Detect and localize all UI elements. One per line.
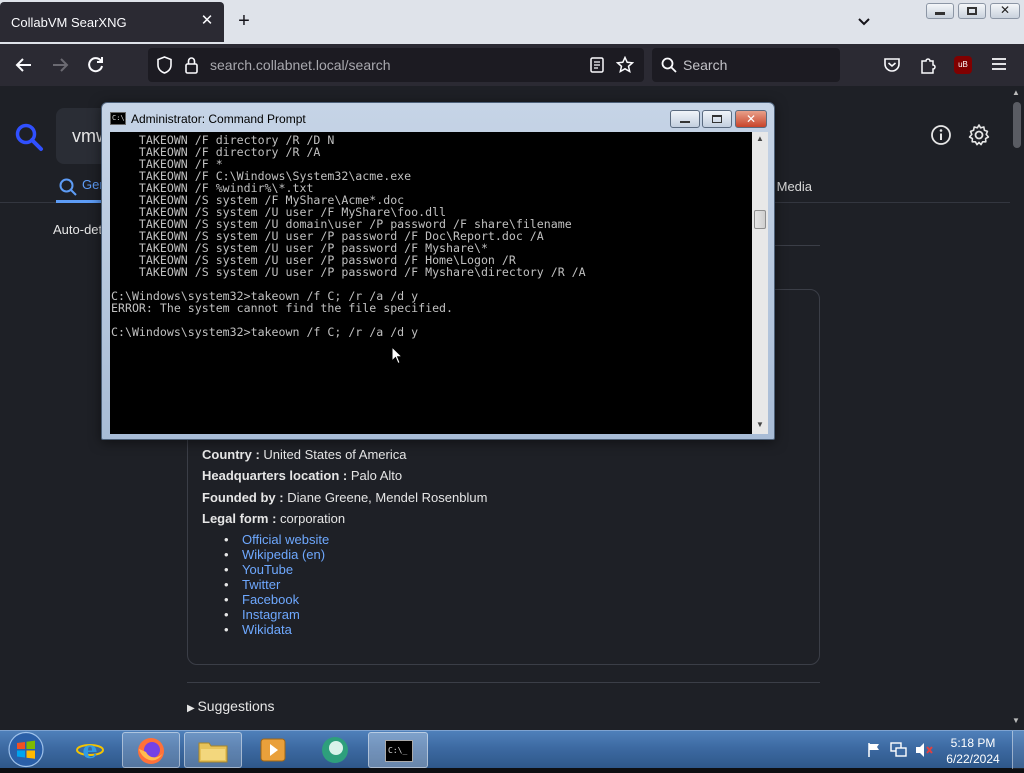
taskbar-command-prompt[interactable]: C:\_ <box>368 732 428 768</box>
link-youtube[interactable]: YouTube <box>224 562 329 577</box>
extensions-icon[interactable] <box>919 55 937 75</box>
founded-label: Founded by : <box>202 490 284 505</box>
console-scroll-thumb[interactable] <box>754 210 766 229</box>
link-wikidata[interactable]: Wikidata <box>224 622 329 637</box>
show-desktop-button[interactable] <box>1012 731 1024 769</box>
cmd-window-title: Administrator: Command Prompt <box>131 112 306 126</box>
restore-window-button[interactable] <box>958 3 986 19</box>
infobox-headquarters: Headquarters location : Palo Alto <box>202 468 402 483</box>
taskbar-firefox[interactable] <box>122 732 180 768</box>
url-text[interactable]: search.collabnet.local/search <box>210 57 391 73</box>
scroll-up-icon[interactable]: ▲ <box>756 134 764 143</box>
url-host: search.collabnet.local <box>210 57 345 73</box>
console-output[interactable]: TAKEOWN /F directory /R /D N TAKEOWN /F … <box>110 132 752 434</box>
navigation-toolbar: search.collabnet.local/search Search uB <box>0 44 1024 86</box>
search-icon <box>59 178 77 196</box>
browser-tab-strip: CollabVM SearXNG ✕ + ✕ <box>0 0 1024 44</box>
new-tab-icon[interactable]: + <box>234 11 254 33</box>
info-icon[interactable] <box>930 124 952 146</box>
divider <box>187 682 820 683</box>
volume-muted-icon[interactable] <box>914 742 934 758</box>
reload-icon[interactable] <box>86 55 106 75</box>
search-icon <box>661 57 677 73</box>
taskbar-media-player[interactable] <box>244 732 302 768</box>
page-scroll-thumb[interactable] <box>1013 102 1021 148</box>
windows-start-orb-icon <box>8 731 44 768</box>
infobox-founded-by: Founded by : Diane Greene, Mendel Rosenb… <box>202 490 487 505</box>
infobox-links: Official website Wikipedia (en) YouTube … <box>224 532 329 637</box>
link-instagram[interactable]: Instagram <box>224 607 329 622</box>
command-prompt-window[interactable]: C:\. Administrator: Command Prompt ✕ TAK… <box>101 102 775 440</box>
reader-view-icon[interactable] <box>590 57 604 73</box>
headquarters-label: Headquarters location : <box>202 468 348 483</box>
page-scrollbar[interactable]: ▲ ▼ <box>1010 86 1024 730</box>
hamburger-menu-icon[interactable] <box>991 57 1007 71</box>
browser-tab[interactable]: CollabVM SearXNG ✕ <box>0 2 224 42</box>
close-window-button[interactable]: ✕ <box>990 3 1020 19</box>
console-scrollbar[interactable]: ▲ ▼ <box>752 132 768 434</box>
searxng-logo-icon[interactable] <box>14 122 44 152</box>
legal-form-value: corporation <box>280 511 346 526</box>
link-facebook[interactable]: Facebook <box>224 592 329 607</box>
console-text: TAKEOWN /F directory /R /D N TAKEOWN /F … <box>111 133 586 339</box>
forward-icon[interactable] <box>50 55 70 75</box>
firefox-icon <box>138 738 164 764</box>
link-wikipedia[interactable]: Wikipedia (en) <box>224 547 329 562</box>
infobox-country: Country : United States of America <box>202 447 406 462</box>
legal-form-label: Legal form : <box>202 511 277 526</box>
cmd-icon-text: C:\. <box>112 114 129 122</box>
folder-icon <box>198 742 228 763</box>
ublock-origin-icon[interactable]: uB <box>954 56 972 74</box>
minimize-window-button[interactable] <box>926 3 954 19</box>
start-button[interactable] <box>4 731 48 768</box>
address-bar[interactable]: search.collabnet.local/search <box>148 48 644 82</box>
url-path: /search <box>344 57 391 73</box>
cmd-maximize-button[interactable] <box>702 110 732 128</box>
founded-value: Diane Greene, Mendel Rosenblum <box>287 490 488 505</box>
tab-title: CollabVM SearXNG <box>11 15 127 30</box>
command-prompt-icon: C:\_ <box>385 740 413 762</box>
cmd-app-icon: C:\. <box>110 112 129 125</box>
scroll-down-icon[interactable]: ▼ <box>756 420 764 429</box>
taskbar-app-green[interactable] <box>306 732 364 768</box>
action-center-flag-icon[interactable] <box>866 742 882 758</box>
cmd-close-button[interactable]: ✕ <box>735 110 767 128</box>
cmd-minimize-button[interactable] <box>670 110 700 128</box>
search-bar[interactable]: Search <box>652 48 840 82</box>
media-player-icon <box>260 738 286 762</box>
lock-icon[interactable] <box>184 56 199 74</box>
infobox-legal-form: Legal form : corporation <box>202 511 345 526</box>
scroll-down-icon[interactable]: ▼ <box>1012 716 1020 725</box>
chevron-down-icon[interactable] <box>856 14 872 30</box>
country-value: United States of America <box>263 447 407 462</box>
back-icon[interactable] <box>14 55 34 75</box>
cmd-taskbar-text: C:\_ <box>388 746 408 755</box>
messenger-icon <box>322 737 348 763</box>
suggestions-label: Suggestions <box>197 698 275 714</box>
internet-explorer-icon: e <box>76 736 104 764</box>
gear-icon[interactable] <box>967 123 991 147</box>
clock-date[interactable]: 6/22/2024 <box>940 752 1006 766</box>
taskbar: e C:\_ 5:18 PM 6/22/2024 <box>0 730 1024 769</box>
mouse-cursor-icon <box>391 346 403 365</box>
bookmark-star-icon[interactable] <box>616 56 634 74</box>
scroll-up-icon[interactable]: ▲ <box>1012 88 1020 97</box>
country-label: Country : <box>202 447 260 462</box>
clock-time[interactable]: 5:18 PM <box>940 736 1006 750</box>
close-tab-icon[interactable]: ✕ <box>198 12 216 30</box>
headquarters-value: Palo Alto <box>350 468 403 483</box>
suggestions-toggle[interactable]: ▶ Suggestions <box>187 698 275 714</box>
ublock-badge-text: uB <box>958 60 968 69</box>
shield-icon[interactable] <box>156 56 173 74</box>
link-official-website[interactable]: Official website <box>224 532 329 547</box>
pocket-icon[interactable] <box>883 56 901 74</box>
network-icon[interactable] <box>890 742 908 758</box>
taskbar-file-explorer[interactable] <box>184 732 242 768</box>
triangle-right-icon: ▶ <box>187 703 198 714</box>
language-auto-detect[interactable]: Auto-det <box>53 222 102 237</box>
svg-text:e: e <box>82 736 97 764</box>
link-twitter[interactable]: Twitter <box>224 577 329 592</box>
search-placeholder: Search <box>683 57 728 73</box>
taskbar-internet-explorer[interactable]: e <box>62 732 120 768</box>
